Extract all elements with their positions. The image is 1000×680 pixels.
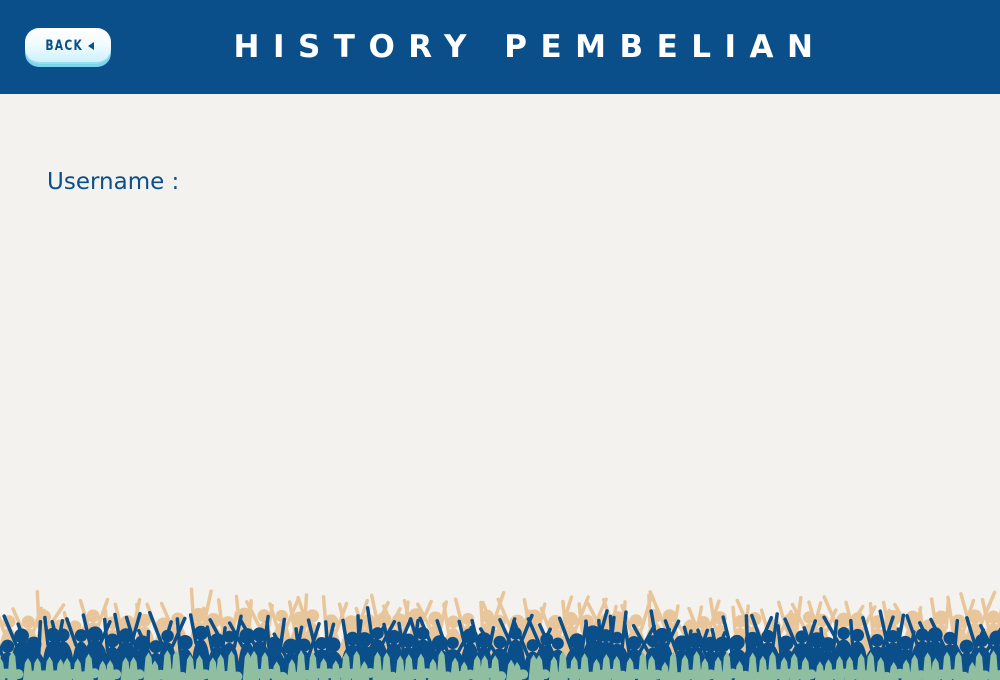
page-title: HISTORY PEMBELIAN bbox=[233, 29, 827, 65]
header-bar: BACK HISTORY PEMBELIAN bbox=[0, 0, 1000, 94]
crowd-illustration bbox=[0, 587, 1000, 680]
username-label: Username : bbox=[47, 169, 180, 195]
page: BACK HISTORY PEMBELIAN Username : bbox=[0, 0, 1000, 680]
